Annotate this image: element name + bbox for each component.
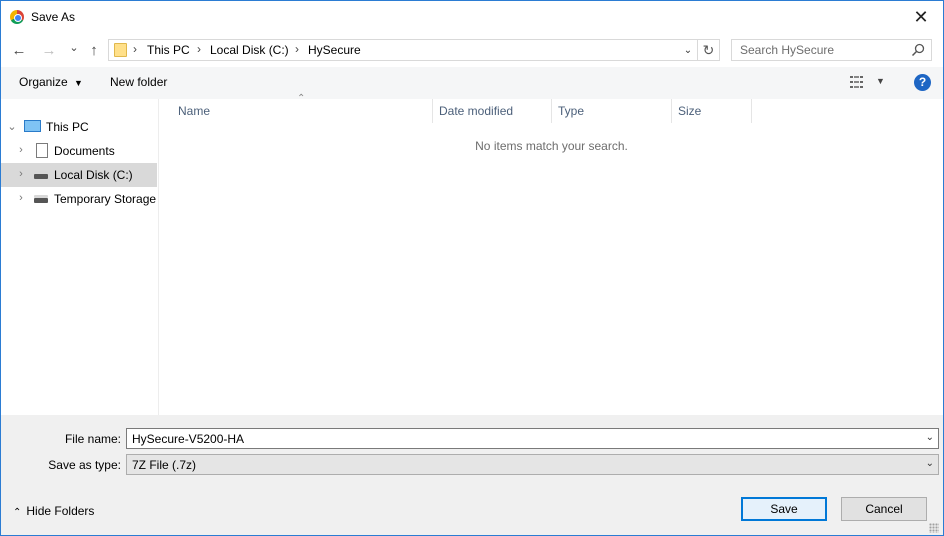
filetype-value: 7Z File (.7z) xyxy=(132,458,197,472)
refresh-button[interactable]: ↻ xyxy=(698,39,720,61)
tree-label: Temporary Storage xyxy=(54,192,157,206)
search-input[interactable] xyxy=(732,40,907,60)
cancel-button[interactable]: Cancel xyxy=(841,497,927,521)
filetype-select[interactable]: 7Z File (.7z) ⌄ xyxy=(126,454,939,475)
breadcrumb-separator: › xyxy=(133,42,137,56)
forward-button[interactable]: → xyxy=(39,39,59,61)
tree-label: Local Disk (C:) xyxy=(54,168,133,182)
change-view-button[interactable]: ▼ xyxy=(849,75,889,91)
column-header-date-modified[interactable]: Date modified xyxy=(433,99,552,123)
folder-icon xyxy=(114,43,127,57)
drive-icon xyxy=(34,195,48,203)
chevron-down-icon: ⌄ xyxy=(925,458,934,469)
save-as-dialog: Save As ✕ ← → ⌄ ↑ › This PC › Local Disk… xyxy=(0,0,944,536)
tree-label: Documents xyxy=(54,144,115,158)
view-dropdown-icon: ▼ xyxy=(876,76,885,86)
filename-label: File name: xyxy=(64,432,121,446)
search-box xyxy=(731,39,932,61)
column-header-type[interactable]: Type xyxy=(552,99,672,123)
chrome-icon xyxy=(10,10,24,24)
breadcrumb-separator: › xyxy=(295,42,299,56)
filename-input[interactable] xyxy=(127,429,917,448)
hide-folders-label: Hide Folders xyxy=(26,504,95,518)
command-bar: Organize ▼ New folder ▼ ? xyxy=(1,67,943,99)
chevron-up-icon: ⌃ xyxy=(13,507,22,518)
up-button[interactable]: ↑ xyxy=(84,39,104,61)
chevron-down-icon: ▼ xyxy=(74,78,83,88)
breadcrumb-hysecure[interactable]: HySecure xyxy=(308,43,361,57)
chevron-right-icon[interactable]: › xyxy=(15,168,27,180)
details-view-icon xyxy=(850,76,863,88)
tree-item-local-disk[interactable]: › Local Disk (C:) xyxy=(1,163,157,187)
tree-item-documents[interactable]: › Documents xyxy=(1,139,157,163)
address-bar[interactable]: › This PC › Local Disk (C:) › HySecure ⌄ xyxy=(108,39,698,61)
save-button[interactable]: Save xyxy=(741,497,827,521)
breadcrumb-local-disk[interactable]: Local Disk (C:) xyxy=(210,43,289,57)
tree-item-this-pc[interactable]: ⌄ This PC xyxy=(1,115,157,139)
chevron-right-icon[interactable]: › xyxy=(15,192,27,204)
address-dropdown-button[interactable]: ⌄ xyxy=(679,40,697,60)
column-header-name[interactable]: Name xyxy=(172,99,433,123)
close-button[interactable]: ✕ xyxy=(899,1,943,33)
organize-label: Organize xyxy=(19,75,68,89)
back-button[interactable]: ← xyxy=(9,39,29,61)
chevron-expanded-icon[interactable]: ⌄ xyxy=(6,120,18,133)
navigation-pane: ⌄ This PC › Documents › Local Disk (C:) … xyxy=(1,99,159,415)
new-folder-button[interactable]: New folder xyxy=(110,75,167,89)
help-button[interactable]: ? xyxy=(914,74,931,91)
filetype-label: Save as type: xyxy=(48,458,121,472)
empty-message: No items match your search. xyxy=(475,139,628,153)
resize-grip-icon[interactable] xyxy=(929,523,939,533)
search-icon[interactable] xyxy=(911,43,925,57)
chevron-right-icon[interactable]: › xyxy=(15,144,27,156)
breadcrumb-this-pc[interactable]: This PC xyxy=(147,43,190,57)
filename-dropdown-icon[interactable]: ⌄ xyxy=(926,432,934,443)
dialog-title: Save As xyxy=(31,10,76,24)
title-bar: Save As ✕ xyxy=(1,1,943,33)
drive-icon xyxy=(34,171,48,179)
recent-locations-button[interactable]: ⌄ xyxy=(64,36,84,58)
tree-item-temporary-storage[interactable]: › Temporary Storage xyxy=(1,187,157,211)
organize-menu[interactable]: Organize ▼ xyxy=(19,75,83,89)
filename-box: ⌄ xyxy=(126,428,939,449)
hide-folders-button[interactable]: ⌃ Hide Folders xyxy=(13,504,94,518)
save-options-panel: File name: ⌄ Save as type: 7Z File (.7z)… xyxy=(1,415,943,535)
navigation-bar: ← → ⌄ ↑ › This PC › Local Disk (C:) › Hy… xyxy=(1,35,943,65)
file-list: ⌃ Name Date modified Type Size No items … xyxy=(160,93,943,415)
document-icon xyxy=(36,143,48,158)
tree-label: This PC xyxy=(46,120,89,134)
column-header-size[interactable]: Size xyxy=(672,99,752,123)
breadcrumb-separator: › xyxy=(197,42,201,56)
computer-icon xyxy=(24,120,41,132)
